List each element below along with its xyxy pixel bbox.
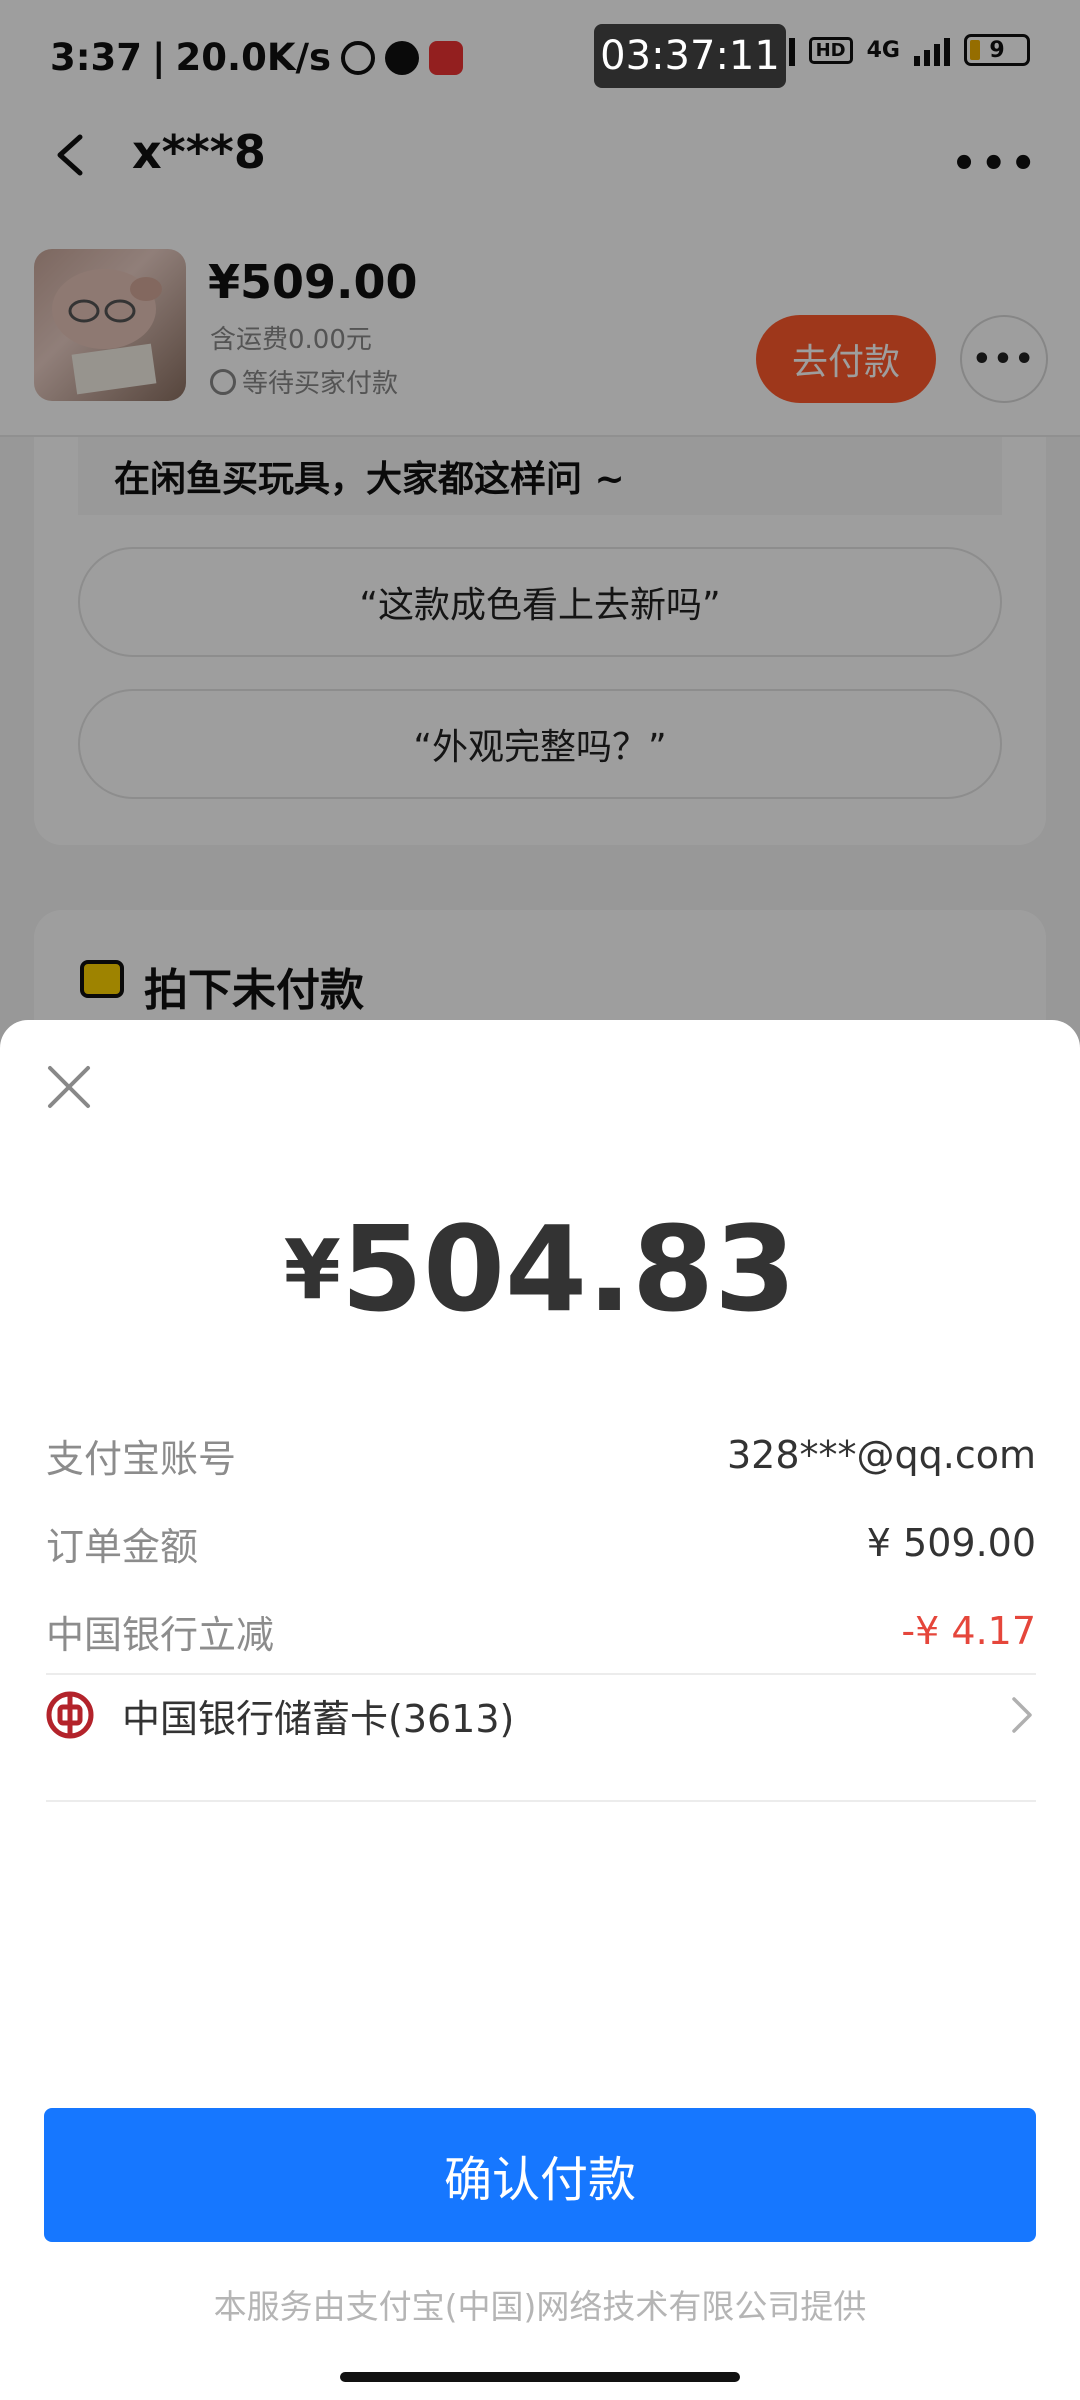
row-label: 支付宝账号 bbox=[46, 1436, 237, 1481]
alipay-account-row: 支付宝账号 328***@qq.com bbox=[46, 1425, 1036, 1485]
close-icon[interactable] bbox=[46, 1064, 92, 1110]
amount-value: 504.83 bbox=[340, 1200, 797, 1338]
chevron-right-icon bbox=[1012, 1697, 1032, 1733]
bank-of-china-icon bbox=[46, 1691, 94, 1739]
row-value: -¥ 4.17 bbox=[901, 1609, 1036, 1653]
payment-sheet: ¥504.83 支付宝账号 328***@qq.com 订单金额 ¥ 509.0… bbox=[0, 1020, 1080, 2400]
divider bbox=[46, 1800, 1036, 1802]
payment-amount: ¥504.83 bbox=[0, 1200, 1080, 1338]
currency-symbol: ¥ bbox=[283, 1223, 341, 1318]
row-value: ¥ 509.00 bbox=[866, 1521, 1036, 1565]
row-label: 中国银行立减 bbox=[46, 1612, 275, 1657]
payment-method-label: 中国银行储蓄卡(3613) bbox=[122, 1696, 515, 1741]
overlay-clock: 03:37:11 bbox=[594, 24, 786, 88]
service-provider-note: 本服务由支付宝(中国)网络技术有限公司提供 bbox=[213, 2287, 867, 2326]
order-amount-row: 订单金额 ¥ 509.00 bbox=[46, 1513, 1036, 1573]
confirm-payment-button[interactable]: 确认付款 bbox=[44, 2108, 1036, 2242]
row-value: 328***@qq.com bbox=[726, 1433, 1036, 1477]
payment-method-row[interactable]: 中国银行储蓄卡(3613) bbox=[46, 1675, 1036, 1755]
row-label: 订单金额 bbox=[46, 1524, 199, 1569]
discount-row: 中国银行立减 -¥ 4.17 bbox=[46, 1601, 1036, 1661]
home-indicator[interactable] bbox=[340, 2372, 740, 2382]
